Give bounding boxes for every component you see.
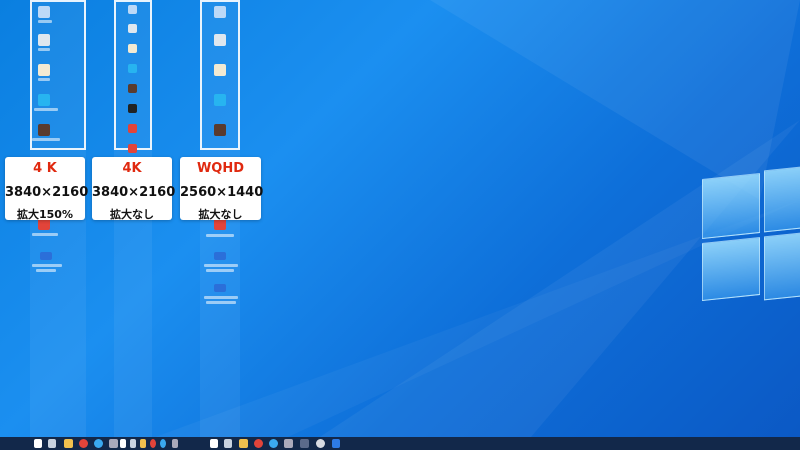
resolution-card-4k: 4K 3840×2160 拡大なし [92,157,176,221]
recycle-bin-icon[interactable] [214,34,226,46]
task-view-icon[interactable] [130,439,136,448]
icon-label [32,233,58,236]
scaling-label: 拡大150% [17,208,73,221]
app-shortcut-icon[interactable] [214,94,226,106]
recycle-bin-icon[interactable] [38,34,50,46]
windows-logo-icon[interactable] [210,439,218,448]
windows-logo-icon[interactable] [120,439,126,448]
resolution-title: 4 K [33,161,57,176]
resolution-size: 3840×2160 [5,185,89,200]
folder-icon[interactable] [140,439,146,448]
icon-label [34,108,58,111]
icon-label [204,296,238,299]
app-shortcut-icon[interactable] [300,439,309,448]
icon-label [204,264,238,267]
icon-label [38,20,52,23]
icon-label [206,234,234,237]
document-icon[interactable] [214,64,226,76]
windows-logo-icon[interactable] [34,439,42,448]
chrome-icon[interactable] [150,439,156,448]
app-shortcut-icon[interactable] [128,64,137,73]
task-view-icon[interactable] [48,439,56,448]
icon-label [206,269,234,272]
windows-wallpaper-logo [698,162,800,312]
photo-icon[interactable] [214,124,226,136]
folder-icon[interactable] [64,439,73,448]
icon-label [32,138,60,141]
photo-icon[interactable] [38,124,50,136]
icon-label [38,48,50,51]
scaling-label: 拡大なし [110,208,154,221]
chrome-icon[interactable] [254,439,263,448]
resolution-size: 2560×1440 [180,185,264,200]
app-shortcut-icon[interactable] [172,439,178,448]
app-shortcut-icon[interactable] [128,144,137,153]
app-shortcut-icon[interactable] [38,94,50,106]
resolution-size: 3840×2160 [92,185,176,200]
monitor-icon[interactable] [214,284,226,292]
icon-label [206,301,236,304]
app-shortcut-icon[interactable] [332,439,340,448]
monitor-icon[interactable] [214,6,226,18]
browser-icon[interactable] [94,439,103,448]
app-shortcut-icon[interactable] [128,124,137,133]
icon-label [32,264,62,267]
resolution-title: 4K [122,161,142,176]
scaling-label: 拡大なし [198,208,243,221]
chrome-icon[interactable] [79,439,88,448]
recycle-bin-icon[interactable] [128,24,137,33]
monitor-icon[interactable] [38,6,50,18]
browser-icon[interactable] [160,439,166,448]
app-shortcut-icon[interactable] [109,439,118,448]
folder-icon[interactable] [239,439,248,448]
document-icon[interactable] [38,64,50,76]
task-view-icon[interactable] [224,439,232,448]
resolution-title: WQHD [196,161,245,176]
photo-icon[interactable] [128,84,137,93]
icon-label [36,269,56,272]
app-shortcut-icon[interactable] [284,439,293,448]
monitor-icon[interactable] [128,5,137,14]
resolution-card-4k-150: 4 K 3840×2160 拡大150% [5,157,89,221]
app-shortcut-icon[interactable] [316,439,325,448]
app-shortcut-icon[interactable] [128,104,137,113]
resolution-card-wqhd: WQHD 2560×1440 拡大なし [180,157,264,221]
browser-icon[interactable] [269,439,278,448]
icon-label [38,78,50,81]
document-icon[interactable] [128,44,137,53]
monitor-icon[interactable] [40,252,52,260]
monitor-icon[interactable] [214,252,226,260]
